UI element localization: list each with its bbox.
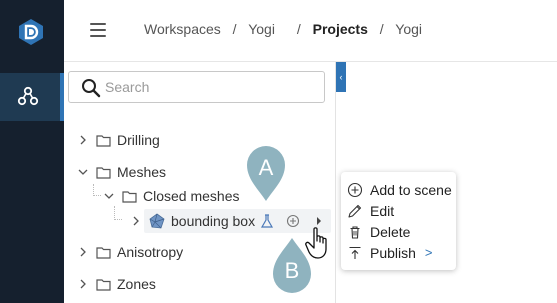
add-circle-icon[interactable] bbox=[285, 213, 301, 229]
menu-item-publish[interactable]: Publish > bbox=[341, 242, 456, 263]
tree-item-bounding-box[interactable]: bounding box bbox=[131, 210, 255, 232]
pencil-icon bbox=[348, 204, 362, 218]
nav-item-projects[interactable] bbox=[0, 73, 64, 121]
folder-icon bbox=[96, 246, 111, 259]
search-input[interactable] bbox=[105, 76, 315, 98]
upload-icon bbox=[349, 246, 361, 259]
context-menu: Add to scene Edit Delete Publish > bbox=[341, 172, 456, 270]
app-logo-icon[interactable] bbox=[18, 18, 44, 46]
search-box[interactable] bbox=[68, 71, 325, 103]
menu-item-edit[interactable]: Edit bbox=[341, 200, 456, 221]
tree-item-anisotropy[interactable]: Anisotropy bbox=[78, 241, 183, 263]
chevron-right-icon[interactable] bbox=[78, 279, 88, 289]
mesh-icon bbox=[149, 213, 165, 229]
breadcrumb-workspaces[interactable]: Workspaces bbox=[144, 21, 221, 37]
folder-icon bbox=[122, 190, 137, 203]
tree-item-label: bounding box bbox=[171, 213, 256, 229]
top-bar: Workspaces / Yogi / Projects / Yogi bbox=[64, 0, 557, 62]
menu-item-label: Publish bbox=[370, 244, 416, 261]
folder-icon bbox=[96, 278, 111, 291]
tree-item-closed-meshes[interactable]: Closed meshes bbox=[104, 185, 240, 207]
folder-icon bbox=[96, 166, 111, 179]
submenu-arrow-icon: > bbox=[424, 245, 433, 260]
trash-icon bbox=[350, 225, 360, 239]
annotation-letter-a: A bbox=[258, 155, 274, 180]
chevron-right-icon[interactable] bbox=[131, 216, 141, 226]
menu-icon[interactable] bbox=[90, 23, 106, 37]
tree-guide bbox=[93, 184, 101, 196]
breadcrumb: Workspaces / Yogi / Projects / Yogi bbox=[144, 21, 422, 37]
tree-item-meshes[interactable]: Meshes bbox=[78, 161, 166, 183]
breadcrumb-separator: / bbox=[379, 21, 384, 37]
breadcrumb-project-yogi[interactable]: Yogi bbox=[395, 21, 422, 37]
annotation-letter-b: B bbox=[284, 258, 300, 283]
chevron-right-icon[interactable] bbox=[78, 135, 88, 145]
search-icon bbox=[82, 79, 101, 98]
menu-item-label: Add to scene bbox=[370, 181, 452, 198]
tree-item-drilling[interactable]: Drilling bbox=[78, 129, 160, 151]
menu-item-add-to-scene[interactable]: Add to scene bbox=[341, 179, 456, 200]
collapse-panel-button[interactable]: ‹ bbox=[336, 62, 346, 92]
hand-pointer-icon bbox=[305, 227, 327, 259]
tree-item-label: Anisotropy bbox=[117, 244, 184, 260]
breadcrumb-workspace-yogi[interactable]: Yogi bbox=[248, 21, 275, 37]
tree-item-label: Zones bbox=[117, 276, 156, 292]
chevron-down-icon[interactable] bbox=[104, 191, 114, 201]
panel-divider bbox=[335, 62, 336, 303]
tree-guide bbox=[114, 206, 122, 220]
menu-item-label: Edit bbox=[370, 202, 395, 219]
menu-item-label: Delete bbox=[370, 223, 411, 240]
tree-item-zones[interactable]: Zones bbox=[78, 273, 156, 295]
add-circle-icon bbox=[347, 182, 363, 197]
hierarchy-icon bbox=[17, 86, 39, 106]
flask-icon[interactable] bbox=[259, 213, 275, 229]
chevron-down-icon[interactable] bbox=[78, 167, 88, 177]
menu-item-delete[interactable]: Delete bbox=[341, 221, 456, 242]
breadcrumb-projects[interactable]: Projects bbox=[313, 21, 368, 37]
breadcrumb-separator: / bbox=[296, 21, 301, 37]
chevron-right-icon[interactable] bbox=[78, 247, 88, 257]
folder-icon bbox=[96, 134, 111, 147]
tree-item-label: Meshes bbox=[117, 164, 167, 180]
tree-item-label: Drilling bbox=[117, 132, 160, 148]
app-rail bbox=[0, 0, 64, 303]
tree-item-label: Closed meshes bbox=[143, 188, 240, 204]
breadcrumb-separator: / bbox=[232, 21, 237, 37]
